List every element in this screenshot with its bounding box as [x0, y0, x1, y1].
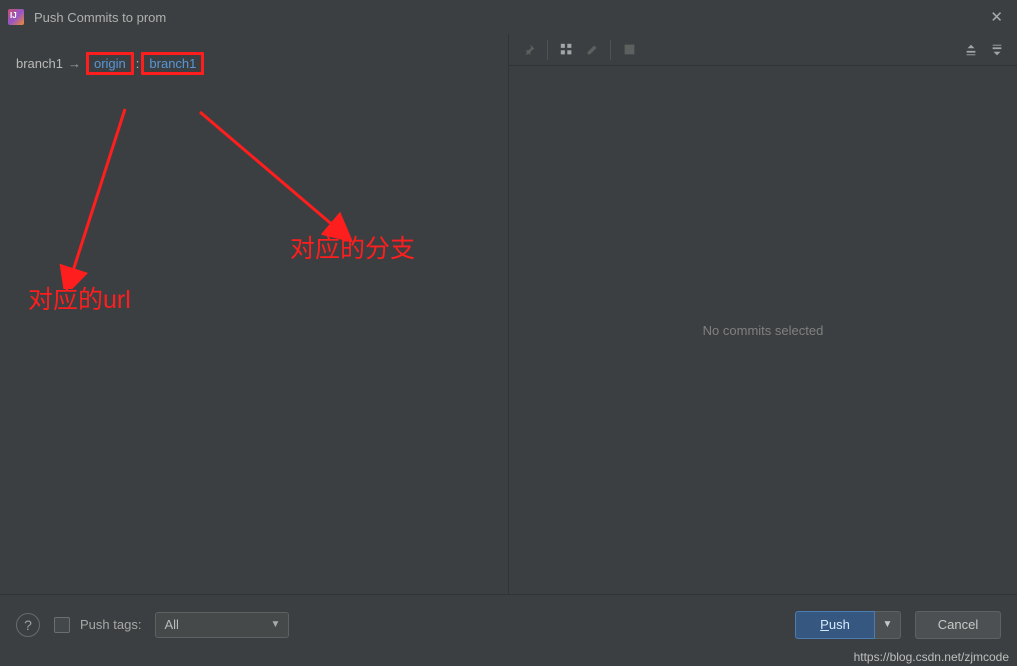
chevron-down-icon: ▼ — [271, 619, 281, 630]
save-icon[interactable] — [617, 38, 641, 62]
main-area: branch1 → origin : branch1 对应的url 对应的分支 — [0, 34, 1017, 594]
no-commits-text: No commits selected — [703, 323, 824, 338]
left-panel: branch1 → origin : branch1 对应的url 对应的分支 — [0, 34, 508, 594]
footer: ? Push tags: All ▼ Push ▼ Cancel — [0, 594, 1017, 654]
target-branch-highlight: branch1 — [141, 52, 204, 75]
target-branch-link[interactable]: branch1 — [149, 56, 196, 71]
help-button[interactable]: ? — [16, 613, 40, 637]
push-tags-checkbox-group[interactable]: Push tags: — [54, 617, 141, 633]
edit-icon[interactable] — [580, 38, 604, 62]
push-button-label: Push — [820, 617, 850, 632]
title-bar: Push Commits to prom ✕ — [0, 0, 1017, 34]
annotation-url-label: 对应的url — [28, 280, 131, 316]
push-button-group: Push ▼ — [795, 611, 901, 639]
separator — [610, 40, 611, 60]
push-tags-label: Push tags: — [80, 617, 141, 632]
annotation-branch-label: 对应的分支 — [290, 229, 415, 265]
tag-mode-select[interactable]: All ▼ — [155, 612, 289, 638]
push-split-dropdown[interactable]: ▼ — [875, 611, 901, 639]
app-icon — [8, 9, 24, 25]
cancel-button-label: Cancel — [938, 617, 978, 632]
annotation-arrow-branch — [185, 102, 375, 247]
pin-icon[interactable] — [517, 38, 541, 62]
arrow-icon: → — [68, 56, 81, 71]
colon: : — [136, 56, 140, 71]
local-branch-label: branch1 — [16, 56, 63, 71]
remote-highlight: origin — [86, 52, 134, 75]
watermark-text: https://blog.csdn.net/zjmcode — [854, 650, 1009, 664]
grid-icon[interactable] — [554, 38, 578, 62]
right-toolbar — [509, 34, 1017, 66]
tag-mode-value: All — [164, 617, 178, 632]
branch-row[interactable]: branch1 → origin : branch1 — [0, 34, 508, 85]
right-panel: No commits selected — [508, 34, 1017, 594]
window-title: Push Commits to prom — [34, 10, 984, 25]
right-body-empty: No commits selected — [509, 66, 1017, 594]
remote-link[interactable]: origin — [94, 56, 126, 71]
collapse-all-icon[interactable] — [985, 38, 1009, 62]
push-tags-checkbox[interactable] — [54, 617, 70, 633]
push-button[interactable]: Push — [795, 611, 875, 639]
separator — [547, 40, 548, 60]
close-icon[interactable]: ✕ — [984, 8, 1009, 26]
expand-all-icon[interactable] — [959, 38, 983, 62]
cancel-button[interactable]: Cancel — [915, 611, 1001, 639]
annotation-arrow-url — [50, 99, 140, 289]
